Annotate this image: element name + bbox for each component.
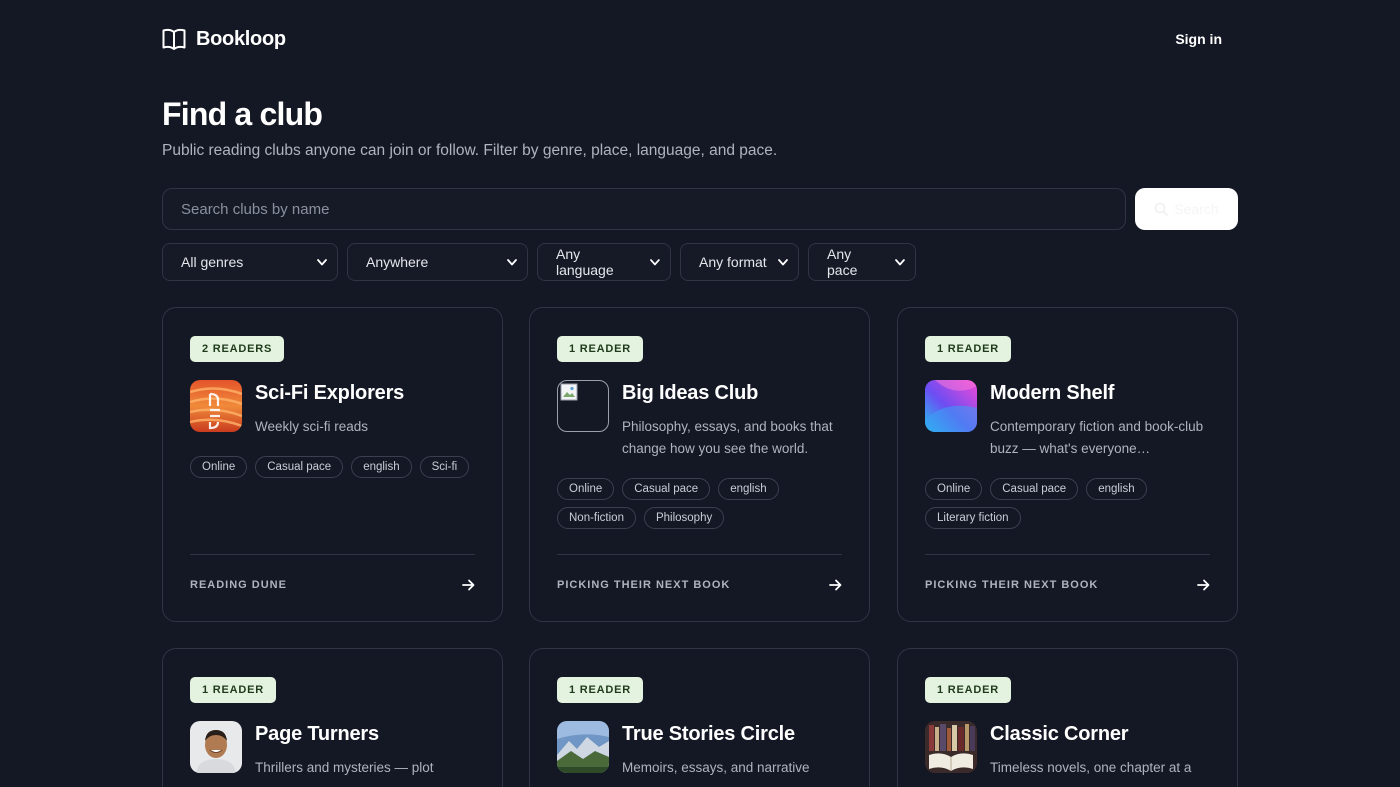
- location-select[interactable]: Anywhere: [347, 243, 528, 281]
- page-title: Find a club: [162, 96, 323, 132]
- brand-logo[interactable]: Bookloop: [162, 28, 286, 51]
- club-description: Thrillers and mysteries — plot: [255, 760, 434, 775]
- open-book-icon: [162, 28, 186, 50]
- filter-bar: All genres Anywhere Any language Any for…: [162, 243, 916, 281]
- search-icon: [1155, 202, 1169, 216]
- tag-genre: Literary fiction: [925, 507, 1021, 529]
- club-card[interactable]: 1 READER Modern Shelf Contemporary ficti…: [897, 307, 1238, 622]
- tag-language: english: [718, 478, 779, 500]
- tag-genre: Non-fiction: [557, 507, 636, 529]
- club-tags: Online Casual pace english Literary fict…: [925, 478, 1215, 529]
- tag-format: Online: [190, 456, 248, 478]
- club-description: Contemporary fiction and book-club buzz …: [990, 419, 1204, 456]
- tag-language: english: [351, 456, 412, 478]
- club-avatar: [557, 380, 609, 432]
- pace-select[interactable]: Any pace: [808, 243, 916, 281]
- search-button[interactable]: Search: [1135, 188, 1238, 230]
- club-name[interactable]: Classic Corner: [990, 723, 1129, 746]
- format-select[interactable]: Any format: [680, 243, 799, 281]
- chevron-down-icon: [895, 258, 905, 265]
- reader-count-badge: 1 READER: [557, 336, 644, 362]
- format-select-value: Any format: [699, 254, 767, 270]
- club-status: PICKING THEIR NEXT BOOK: [557, 578, 731, 591]
- location-select-value: Anywhere: [366, 254, 429, 270]
- tag-pace: Casual pace: [990, 478, 1079, 500]
- club-card[interactable]: 1 READER Classic Corner Timeless novels,…: [897, 648, 1238, 787]
- person-photo: [190, 721, 242, 773]
- search-bar: Search: [162, 188, 1238, 230]
- reader-count-badge: 1 READER: [557, 677, 644, 703]
- club-name[interactable]: Sci-Fi Explorers: [255, 382, 404, 405]
- brand-name: Bookloop: [196, 27, 286, 50]
- books-photo: [925, 721, 977, 773]
- club-description: Weekly sci-fi reads: [255, 419, 369, 434]
- arrow-right-icon[interactable]: [1197, 579, 1210, 591]
- search-button-label: Search: [1174, 201, 1219, 217]
- book-cover-image: [190, 380, 242, 432]
- chevron-down-icon: [317, 258, 327, 265]
- club-card[interactable]: 2 READERS Sci-Fi Explorers Weekly sci-fi…: [162, 307, 503, 622]
- chevron-down-icon: [778, 258, 788, 265]
- club-status: READING DUNE: [190, 578, 287, 591]
- tag-format: Online: [557, 478, 615, 500]
- tag-pace: Casual pace: [622, 478, 711, 500]
- tag-genre: Sci-fi: [419, 456, 470, 478]
- card-footer[interactable]: PICKING THEIR NEXT BOOK: [557, 554, 842, 614]
- club-avatar: [190, 721, 242, 773]
- club-description: Memoirs, essays, and narrative: [622, 760, 810, 775]
- club-avatar: [925, 380, 977, 432]
- club-avatar: [557, 721, 609, 773]
- card-footer[interactable]: READING DUNE: [190, 554, 475, 614]
- chevron-down-icon: [650, 258, 660, 265]
- club-card[interactable]: 1 READER Page Turners Thrillers and myst…: [162, 648, 503, 787]
- reader-count-badge: 1 READER: [925, 677, 1012, 703]
- chevron-down-icon: [507, 258, 517, 265]
- sign-in-link[interactable]: Sign in: [1175, 31, 1222, 47]
- club-name[interactable]: Page Turners: [255, 723, 379, 746]
- club-card[interactable]: 1 READER Big Ideas Club Philosophy, essa…: [529, 307, 870, 622]
- tag-language: english: [1086, 478, 1147, 500]
- tag-pace: Casual pace: [255, 456, 344, 478]
- club-description: Timeless novels, one chapter at a: [990, 760, 1192, 775]
- club-avatar: [190, 380, 242, 432]
- pace-select-value: Any pace: [827, 246, 858, 278]
- reader-count-badge: 1 READER: [190, 677, 277, 703]
- club-avatar: [925, 721, 977, 773]
- club-tags: Online Casual pace english Sci-fi: [190, 456, 480, 478]
- language-select[interactable]: Any language: [537, 243, 671, 281]
- top-header: Bookloop Sign in: [162, 26, 1222, 52]
- page-subtitle: Public reading clubs anyone can join or …: [162, 142, 778, 159]
- card-footer[interactable]: PICKING THEIR NEXT BOOK: [925, 554, 1210, 614]
- tag-format: Online: [925, 478, 983, 500]
- club-name[interactable]: True Stories Circle: [622, 723, 795, 746]
- genre-select[interactable]: All genres: [162, 243, 338, 281]
- reader-count-badge: 1 READER: [925, 336, 1012, 362]
- search-input[interactable]: [162, 188, 1126, 230]
- club-card[interactable]: 1 READER True Stories Circle Memoirs, es…: [529, 648, 870, 787]
- club-name[interactable]: Modern Shelf: [990, 382, 1114, 405]
- club-status: PICKING THEIR NEXT BOOK: [925, 578, 1099, 591]
- gradient-image: [925, 380, 977, 432]
- tag-topic: Philosophy: [643, 507, 725, 529]
- genre-select-value: All genres: [181, 254, 244, 270]
- club-tags: Online Casual pace english Non-fiction P…: [557, 478, 847, 529]
- club-name[interactable]: Big Ideas Club: [622, 382, 758, 405]
- club-description: Philosophy, essays, and books that chang…: [622, 419, 833, 456]
- reader-count-badge: 2 READERS: [190, 336, 285, 362]
- arrow-right-icon[interactable]: [462, 579, 475, 591]
- broken-image-icon: [560, 383, 578, 401]
- arrow-right-icon[interactable]: [829, 579, 842, 591]
- landscape-photo: [557, 721, 609, 773]
- language-select-value: Any language: [556, 246, 614, 278]
